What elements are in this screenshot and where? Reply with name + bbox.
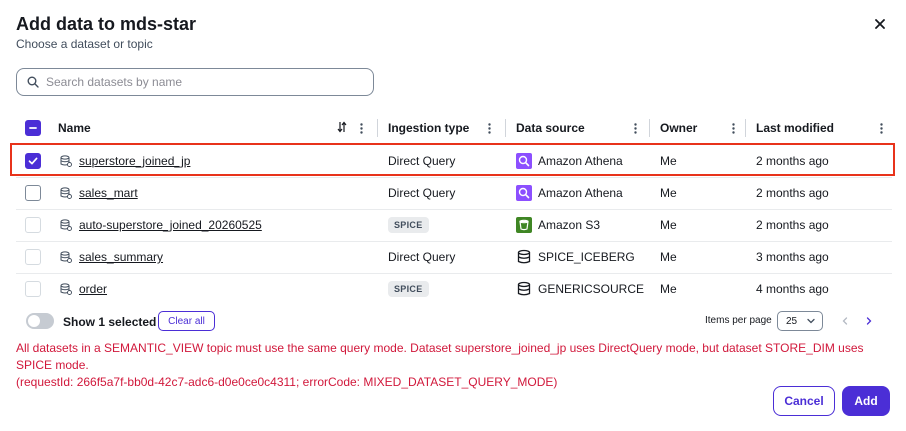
table-row[interactable]: sales_summary Direct Query SPICE_ICEBERG… <box>16 241 892 273</box>
clear-all-button[interactable]: Clear all <box>158 311 215 331</box>
items-per-page-value: 25 <box>786 315 798 327</box>
close-icon <box>875 19 885 29</box>
data-source-name: Amazon Athena <box>538 186 623 200</box>
column-menu-icon[interactable] <box>630 120 640 136</box>
column-name[interactable]: Name <box>58 116 91 140</box>
error-request-details: (requestId: 266f5a7f-bb0d-42c7-adc6-d0e0… <box>16 375 558 389</box>
dataset-icon <box>60 219 72 231</box>
error-message: All datasets in a SEMANTIC_VIEW topic mu… <box>16 340 896 391</box>
last-modified: 2 months ago <box>756 186 829 200</box>
dataset-name-link[interactable]: sales_summary <box>79 250 163 264</box>
data-source-name: GENERICSOURCE <box>538 282 645 296</box>
last-modified: 2 months ago <box>756 218 829 232</box>
select-all-checkbox[interactable] <box>25 120 41 136</box>
data-source-name: Amazon S3 <box>538 218 601 232</box>
search-box[interactable] <box>16 68 374 96</box>
owner: Me <box>660 282 677 296</box>
owner: Me <box>660 250 677 264</box>
row-checkbox[interactable] <box>25 185 41 201</box>
row-checkbox[interactable] <box>25 249 41 265</box>
table-header: Name Ingestion type Data source Owner La… <box>16 116 892 140</box>
table-row[interactable]: sales_mart Direct Query Amazon Athena Me… <box>16 177 892 209</box>
search-icon <box>27 76 39 88</box>
last-modified: 4 months ago <box>756 282 829 296</box>
column-separator <box>649 119 650 137</box>
column-owner[interactable]: Owner <box>660 116 697 140</box>
table-row[interactable]: order SPICE GENERICSOURCE Me 4 months ag… <box>16 273 892 305</box>
add-button[interactable]: Add <box>842 386 890 416</box>
s3-icon <box>516 217 532 233</box>
close-button[interactable] <box>870 14 890 34</box>
owner: Me <box>660 186 677 200</box>
table-row[interactable]: auto-superstore_joined_20260525 SPICE Am… <box>16 209 892 241</box>
sort-icon[interactable] <box>337 120 347 138</box>
dataset-icon <box>60 283 72 295</box>
toggle-knob <box>28 315 40 327</box>
dataset-name-link[interactable]: order <box>79 282 107 296</box>
modal-subtitle: Choose a dataset or topic <box>16 37 153 51</box>
database-icon <box>517 281 531 296</box>
chevron-right-icon <box>866 317 872 325</box>
row-checkbox[interactable] <box>25 217 41 233</box>
show-selected-toggle[interactable] <box>26 313 54 329</box>
chevron-down-icon <box>807 318 815 324</box>
show-selected-label: Show 1 selected <box>63 315 157 329</box>
column-menu-icon[interactable] <box>876 120 886 136</box>
dataset-icon <box>60 251 72 263</box>
cancel-button[interactable]: Cancel <box>773 386 835 416</box>
previous-page-button[interactable] <box>839 314 851 328</box>
modal-title: Add data to mds-star <box>16 14 197 34</box>
error-message-line: All datasets in a SEMANTIC_VIEW topic mu… <box>16 341 864 372</box>
ingestion-type: Direct Query <box>388 186 456 200</box>
selected-row-highlight <box>10 143 895 176</box>
row-checkbox[interactable] <box>25 281 41 297</box>
items-per-page-select[interactable]: 25 <box>777 311 823 331</box>
column-separator <box>505 119 506 137</box>
dataset-name-link[interactable]: sales_mart <box>79 186 138 200</box>
minus-icon <box>29 127 37 129</box>
column-separator <box>377 119 378 137</box>
ingestion-type: Direct Query <box>388 250 456 264</box>
column-separator <box>745 119 746 137</box>
database-icon <box>517 249 531 264</box>
search-input[interactable] <box>46 75 346 89</box>
last-modified: 3 months ago <box>756 250 829 264</box>
spice-badge: SPICE <box>388 281 429 297</box>
column-menu-icon[interactable] <box>484 120 494 136</box>
column-menu-icon[interactable] <box>728 120 738 136</box>
column-last-modified[interactable]: Last modified <box>756 116 834 140</box>
chevron-left-icon <box>842 317 848 325</box>
items-per-page-label: Items per page <box>705 315 772 326</box>
spice-badge: SPICE <box>388 217 429 233</box>
column-data-source[interactable]: Data source <box>516 116 585 140</box>
column-ingestion-type[interactable]: Ingestion type <box>388 116 469 140</box>
dataset-name-link[interactable]: auto-superstore_joined_20260525 <box>79 218 262 232</box>
athena-icon <box>516 185 532 201</box>
column-menu-icon[interactable] <box>356 120 366 136</box>
dataset-icon <box>60 187 72 199</box>
next-page-button[interactable] <box>863 314 875 328</box>
owner: Me <box>660 218 677 232</box>
data-source-name: SPICE_ICEBERG <box>538 250 635 264</box>
